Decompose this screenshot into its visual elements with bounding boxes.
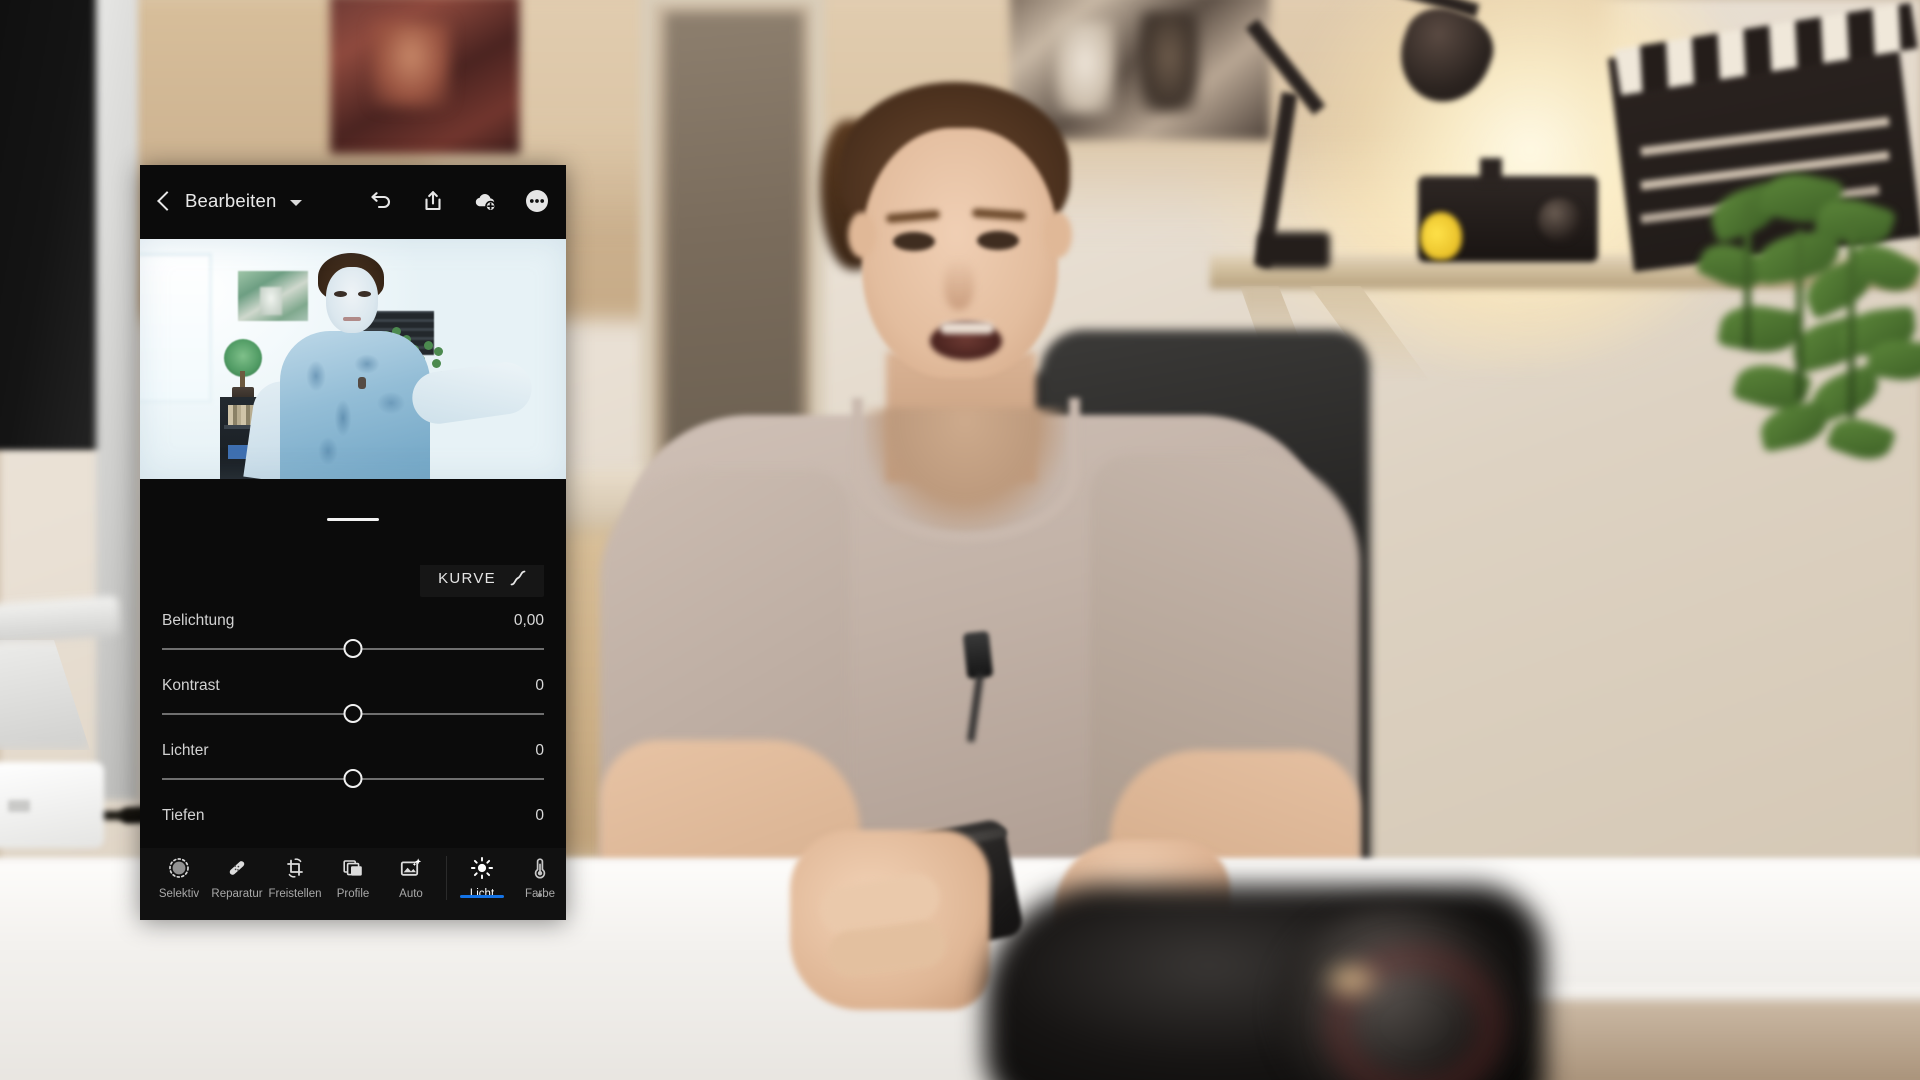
- plant-leaf: [1825, 410, 1897, 468]
- foreground-camera-glint: [1318, 958, 1384, 1002]
- slider-label: Lichter: [162, 742, 209, 759]
- cloud-plus-icon[interactable]: [472, 188, 498, 214]
- toolbar-item-licht[interactable]: Licht: [453, 848, 511, 900]
- selective-dotted-circle-icon: [167, 855, 191, 881]
- slider-lichter[interactable]: Lichter 0: [162, 742, 544, 792]
- slider-tiefen[interactable]: Tiefen 0: [162, 807, 544, 825]
- toolbar-item-label: Auto: [399, 888, 423, 900]
- active-tab-indicator: [460, 895, 504, 898]
- toolbar-item-label: Freistellen: [268, 888, 322, 900]
- slider-value: 0: [535, 742, 544, 759]
- healing-bandage-icon: [225, 855, 249, 881]
- sun-light-icon: [470, 855, 494, 881]
- slider-list: Belichtung 0,00 Kontrast 0 Lichter 0 Tiefen 0: [140, 612, 566, 825]
- wall-photo-figure-light: [1055, 20, 1115, 115]
- header-left-group: Bearbeiten: [158, 190, 303, 212]
- tone-curve-icon: [510, 570, 526, 586]
- undo-arrow-icon[interactable]: [368, 188, 394, 214]
- panel-drag-zone[interactable]: [140, 480, 566, 565]
- wall-picture-left-highlight: [372, 22, 450, 108]
- plant-leaf: [1716, 299, 1804, 359]
- light-controls: KURVE Belichtung 0,00 Kontrast 0 Lichter 0 Tie…: [140, 559, 566, 825]
- monitor-edge: [96, 0, 138, 800]
- edited-photo[interactable]: [140, 238, 566, 479]
- color-thermometer-icon: [528, 855, 552, 881]
- page-title: Bearbeiten: [185, 190, 277, 211]
- person-teeth: [940, 322, 994, 334]
- back-chevron-icon[interactable]: [158, 190, 171, 212]
- photo-preview-area: [140, 237, 566, 480]
- chevron-down-icon[interactable]: [290, 199, 303, 206]
- panel-header: Bearbeiten: [140, 165, 566, 237]
- slider-header: Lichter 0: [162, 742, 544, 760]
- slider-label: Kontrast: [162, 677, 220, 694]
- plant-vine: [1744, 200, 1751, 350]
- person-eye-right: [977, 231, 1019, 250]
- slider-label: Belichtung: [162, 612, 235, 629]
- toolbar-item-label: Reparatur: [211, 888, 263, 900]
- drag-handle[interactable]: [327, 518, 379, 521]
- person-ear-right: [1044, 212, 1072, 258]
- slider-kontrast[interactable]: Kontrast 0: [162, 677, 544, 727]
- header-actions: [368, 188, 550, 214]
- slider-value: 0,00: [513, 612, 544, 629]
- slider-value: 0: [535, 807, 544, 824]
- slider-belichtung[interactable]: Belichtung 0,00: [162, 612, 544, 662]
- ellipsis-circle-icon[interactable]: [524, 188, 550, 214]
- slider-track[interactable]: [162, 766, 544, 792]
- toolbar-item-selektiv[interactable]: Selektiv: [150, 848, 208, 900]
- modified-dot-indicator: [538, 893, 542, 897]
- lightroom-edit-panel: Bearbeiten KURVE Belichtung 0,00 Kontras…: [140, 165, 566, 920]
- person-collar: [852, 398, 1080, 543]
- slider-track[interactable]: [162, 701, 544, 727]
- profiles-stack-icon: [341, 855, 365, 881]
- tone-curve-label: KURVE: [438, 569, 496, 587]
- toolbar-item-auto[interactable]: Auto: [382, 848, 440, 900]
- person-nose: [944, 258, 974, 310]
- photo-vignette: [140, 239, 566, 479]
- edit-mode-toolbar: Selektiv Reparatur Freistellen Profile Auto L…: [140, 848, 566, 920]
- wall-photo-figure-dark: [1140, 12, 1198, 112]
- slider-thumb[interactable]: [343, 704, 363, 723]
- shelf-camera-viewfinder: [1480, 158, 1502, 184]
- person-eye-left: [893, 232, 935, 251]
- slider-value: 0: [535, 677, 544, 694]
- slider-track[interactable]: [162, 636, 544, 662]
- slider-label: Tiefen: [162, 807, 205, 824]
- desk-print: [1490, 1000, 1920, 1080]
- crop-rotate-icon: [283, 855, 307, 881]
- shelf-camera-lens: [1538, 198, 1582, 242]
- lamp-base: [1258, 232, 1330, 268]
- toolbar-separator: [446, 856, 447, 900]
- slider-thumb[interactable]: [343, 639, 363, 658]
- slider-header: Tiefen 0: [162, 807, 544, 825]
- toolbar-item-freistellen[interactable]: Freistellen: [266, 848, 324, 900]
- share-export-icon[interactable]: [420, 188, 446, 214]
- toolbar-item-label: Profile: [336, 888, 370, 900]
- slider-header: Kontrast 0: [162, 677, 544, 695]
- window-glass: [665, 12, 803, 452]
- toolbar-item-farbe[interactable]: Farbe: [511, 848, 566, 900]
- toolbar-item-reparatur[interactable]: Reparatur: [208, 848, 266, 900]
- shelf-plant: [1694, 166, 1920, 500]
- toolbar-item-profile[interactable]: Profile: [324, 848, 382, 900]
- plant-vine: [1848, 218, 1855, 418]
- slider-header: Belichtung 0,00: [162, 612, 544, 630]
- slider-thumb[interactable]: [343, 769, 363, 788]
- power-adapter-port: [8, 800, 30, 812]
- plant-vine: [1796, 230, 1803, 400]
- toolbar-item-label: Licht: [469, 888, 495, 900]
- auto-magic-image-icon: [399, 855, 423, 881]
- toolbar-item-label: Selektiv: [158, 888, 200, 900]
- rubber-duck: [1420, 212, 1462, 260]
- person-ear-left: [848, 212, 876, 258]
